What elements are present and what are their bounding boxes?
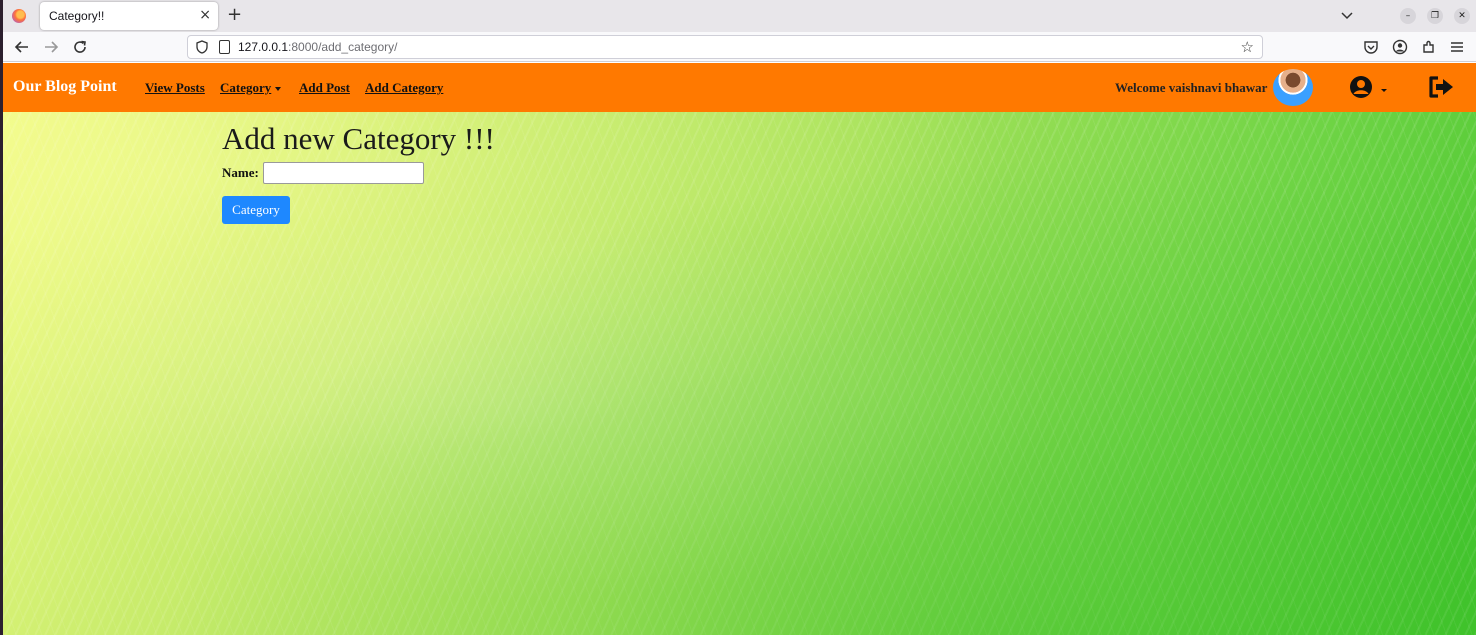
- close-window-button[interactable]: ✕: [1454, 8, 1470, 24]
- category-submit-button[interactable]: Category: [222, 196, 290, 224]
- name-input[interactable]: [262, 162, 424, 184]
- add-category-form: Add new Category !!! Name: Category: [222, 121, 495, 224]
- back-arrow-icon[interactable]: [14, 39, 30, 55]
- nav-view-posts[interactable]: View Posts: [145, 80, 205, 96]
- star-icon[interactable]: ☆: [1241, 38, 1254, 56]
- caret-down-icon: [275, 87, 282, 92]
- site-navbar: Our Blog Point View Posts Category Add P…: [3, 63, 1476, 112]
- tab-title: Category!!: [49, 9, 105, 23]
- welcome-text: Welcome vaishnavi bhawar: [1115, 80, 1268, 95]
- logout-icon[interactable]: [1428, 76, 1454, 98]
- url-text: 127.0.0.1:8000/add_category/: [238, 40, 397, 54]
- browser-toolbar: 127.0.0.1:8000/add_category/ ☆: [3, 32, 1476, 62]
- user-circle-icon[interactable]: [1349, 75, 1387, 99]
- browser-window: Category!! × + – ❐ ✕ 127.0.0.1:8000/add_…: [3, 0, 1476, 635]
- nav-category-dropdown[interactable]: Category: [220, 80, 282, 96]
- chevron-down-icon[interactable]: [1340, 8, 1354, 22]
- nav-add-post[interactable]: Add Post: [299, 80, 350, 96]
- restore-button[interactable]: ❐: [1427, 8, 1443, 24]
- page-viewport: Our Blog Point View Posts Category Add P…: [3, 63, 1476, 635]
- tab-close-icon[interactable]: ×: [199, 7, 211, 23]
- url-bar[interactable]: 127.0.0.1:8000/add_category/ ☆: [187, 35, 1263, 59]
- brand-link[interactable]: Our Blog Point: [13, 78, 117, 96]
- nav-category-label: Category: [220, 80, 272, 95]
- tab-strip: Category!! × + – ❐ ✕: [3, 0, 1476, 32]
- pocket-icon[interactable]: [1363, 39, 1379, 55]
- url-host: 127.0.0.1: [238, 40, 289, 54]
- name-field-row: Name:: [222, 162, 495, 184]
- minimize-button[interactable]: –: [1400, 8, 1416, 24]
- page-icon: [219, 40, 230, 54]
- new-tab-button[interactable]: +: [227, 5, 242, 25]
- account-icon[interactable]: [1392, 39, 1408, 55]
- forward-arrow-icon[interactable]: [43, 39, 59, 55]
- shield-icon[interactable]: [196, 40, 208, 54]
- browser-tab[interactable]: Category!! ×: [40, 2, 218, 30]
- page-title: Add new Category !!!: [222, 121, 495, 156]
- avatar[interactable]: [1273, 69, 1313, 106]
- reload-icon[interactable]: [72, 39, 88, 55]
- name-label: Name:: [222, 165, 259, 180]
- firefox-icon: [12, 9, 26, 23]
- nav-add-category[interactable]: Add Category: [365, 80, 443, 96]
- url-path: :8000/add_category/: [288, 40, 398, 54]
- menu-icon[interactable]: [1449, 39, 1465, 55]
- extensions-icon[interactable]: [1421, 39, 1437, 55]
